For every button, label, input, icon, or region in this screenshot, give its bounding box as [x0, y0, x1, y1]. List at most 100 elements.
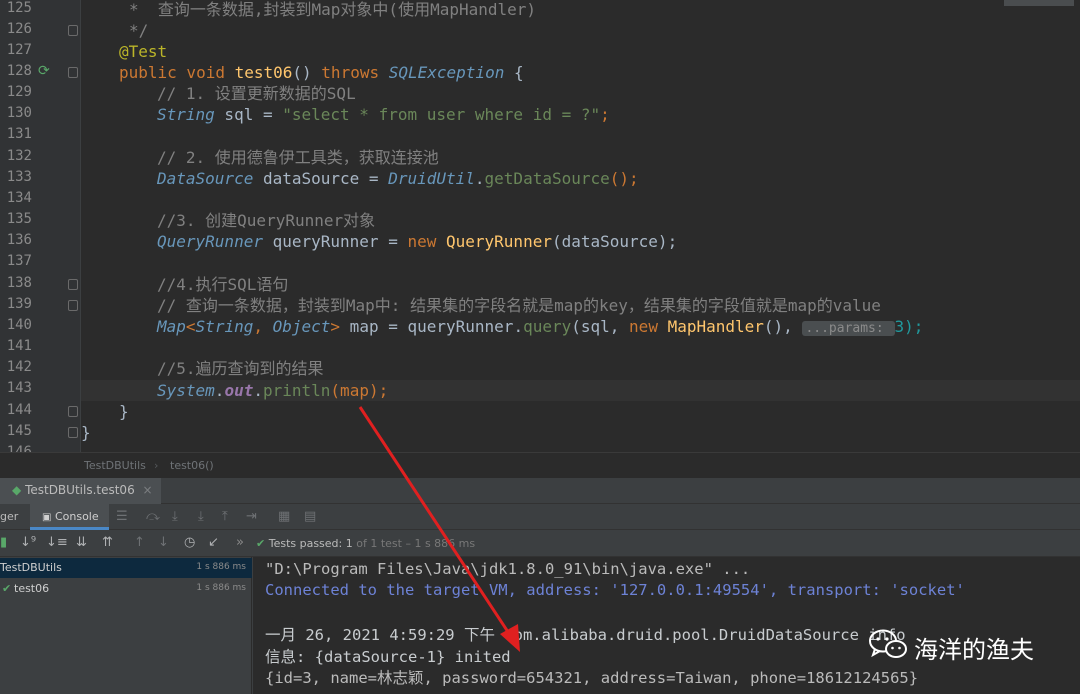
expand-all-icon[interactable]: ⇊ — [76, 535, 87, 550]
tree-item-test06[interactable]: ✔ test06 1 s 886 ms — [0, 579, 252, 599]
test-results-tree: TestDBUtils 1 s 886 ms ✔ test06 1 s 886 … — [0, 557, 252, 694]
test-toolbar: ▮ ↓⁹ ↓≡ ⇊ ⇈ ↑ ↓ ◷ ↙ » ✔ Tests passed: 1 … — [0, 530, 1080, 557]
fold-marker-icon[interactable] — [68, 406, 78, 417]
line-number: 126 — [6, 21, 32, 37]
line-number: 128 — [6, 63, 32, 79]
line-number: 142 — [6, 359, 32, 375]
watermark: 海洋的渔夫 — [868, 628, 1034, 664]
tab-console-label: Console — [54, 510, 99, 523]
code-line[interactable]: String sql = "select * from user where i… — [81, 104, 1080, 125]
console-line: 信息: {dataSource-1} inited — [265, 648, 511, 666]
line-number: 145 — [6, 423, 32, 439]
line-number: 143 — [6, 380, 32, 396]
fold-marker-icon[interactable] — [68, 300, 78, 311]
fold-marker-icon[interactable] — [68, 67, 78, 78]
tree-item-label: test06 — [14, 582, 50, 595]
code-line[interactable]: QueryRunner queryRunner = new QueryRunne… — [81, 231, 1080, 252]
tests-passed-label: Tests passed: — [268, 537, 343, 550]
next-icon[interactable]: ↓ — [158, 535, 169, 550]
line-number: 129 — [6, 84, 32, 100]
line-number: 134 — [6, 190, 32, 206]
run-test-gutter-icon[interactable]: ⟳ — [38, 63, 50, 79]
current-code-line[interactable]: System.out.println(map); — [81, 380, 1080, 401]
code-line[interactable]: @Test — [81, 41, 1080, 62]
fold-marker-icon[interactable] — [68, 427, 78, 438]
tab-debugger[interactable]: ger — [0, 510, 18, 523]
run-tab-bar: ◆ TestDBUtils.test06 × — [0, 478, 1080, 504]
watermark-text: 海洋的渔夫 — [914, 636, 1034, 664]
code-editor[interactable]: 125 126 127 128 129 130 131 132 133 134 … — [0, 0, 1080, 452]
code-line[interactable]: */ — [81, 20, 1080, 41]
line-number: 130 — [6, 105, 32, 121]
console-line: 一月 26, 2021 4:59:29 下午 com.alibaba.druid… — [265, 626, 906, 644]
line-number: 138 — [6, 275, 32, 291]
close-icon[interactable]: × — [143, 483, 153, 497]
code-line[interactable]: // 查询一条数据，封装到Map中: 结果集的字段名就是map的key，结果集的… — [81, 295, 1080, 316]
line-number: 141 — [6, 338, 32, 354]
line-number: 136 — [6, 232, 32, 248]
fold-marker-icon[interactable] — [68, 279, 78, 290]
line-number: 135 — [6, 211, 32, 227]
line-number: 140 — [6, 317, 32, 333]
step-over-icon[interactable]: ⤼ — [146, 509, 160, 524]
tests-passed-detail: of 1 test – 1 s 886 ms — [356, 537, 476, 550]
console-line: {id=3, name=林志颖, password=654321, addres… — [265, 669, 919, 687]
line-number: 144 — [6, 402, 32, 418]
code-line[interactable]: DataSource dataSource = DruidUtil.getDat… — [81, 168, 1080, 189]
previous-icon[interactable]: ↑ — [134, 535, 145, 550]
code-line[interactable]: //4.执行SQL语句 — [81, 274, 1080, 295]
breadcrumb-separator: › — [154, 459, 159, 472]
tree-item-testdbutils[interactable]: TestDBUtils 1 s 886 ms — [0, 558, 252, 578]
sort-alpha-icon[interactable]: ↓⁹ — [20, 535, 36, 550]
breadcrumb: TestDBUtils › test06() — [0, 452, 1080, 478]
tests-passed-status: ✔ Tests passed: 1 of 1 test – 1 s 886 ms — [256, 537, 475, 550]
code-line[interactable]: } — [81, 401, 1080, 422]
code-line[interactable]: * 查询一条数据,封装到Map对象中(使用MapHandler) — [81, 0, 1080, 20]
line-number: 139 — [6, 296, 32, 312]
test-pass-icon: ◆ — [12, 483, 22, 497]
line-number: 131 — [6, 126, 32, 142]
trace-icon[interactable]: ▤ — [304, 509, 316, 524]
console-line: "D:\Program Files\Java\jdk1.8.0_91\bin\j… — [265, 560, 751, 578]
console-icon: ▣ — [42, 512, 52, 523]
tests-passed-count: 1 — [345, 537, 353, 550]
code-line[interactable]: public void test06() throws SQLException… — [81, 62, 1080, 83]
menu-icon[interactable]: ☰ — [116, 509, 128, 524]
parameter-hint: ...params: — [802, 321, 895, 336]
rerun-icon[interactable]: ▮ — [0, 535, 7, 550]
run-config-tab-label: TestDBUtils.test06 — [25, 483, 135, 497]
export-icon[interactable]: ↙ — [208, 535, 219, 550]
console-line: Connected to the target VM, address: '12… — [265, 581, 965, 599]
collapse-all-icon[interactable]: ⇈ — [102, 535, 113, 550]
code-line[interactable]: //3. 创建QueryRunner对象 — [81, 210, 1080, 231]
step-into-icon[interactable]: ⤓ — [172, 509, 178, 524]
run-to-cursor-icon[interactable]: ⇥ — [246, 509, 257, 524]
breadcrumb-class[interactable]: TestDBUtils — [84, 459, 146, 472]
code-line[interactable]: } — [81, 422, 1080, 443]
code-line[interactable]: Map<String, Object> map = queryRunner.qu… — [81, 316, 1080, 337]
line-number: 132 — [6, 148, 32, 164]
line-number: 127 — [6, 42, 32, 58]
console-output[interactable]: "D:\Program Files\Java\jdk1.8.0_91\bin\j… — [253, 557, 1080, 694]
sort-duration-icon[interactable]: ↓≡ — [46, 535, 68, 550]
code-line[interactable]: // 1. 设置更新数据的SQL — [81, 83, 1080, 104]
breadcrumb-method[interactable]: test06() — [170, 459, 214, 472]
check-icon: ✔ — [2, 582, 12, 595]
step-out-icon[interactable]: ⤒ — [222, 509, 228, 524]
check-icon: ✔ — [256, 537, 266, 550]
tree-item-duration: 1 s 886 ms — [196, 562, 246, 572]
fold-marker-icon[interactable] — [68, 25, 78, 36]
tab-console[interactable]: ▣ Console — [30, 504, 109, 530]
history-icon[interactable]: ◷ — [184, 535, 195, 550]
line-number: 137 — [6, 253, 32, 269]
code-line[interactable]: //5.遍历查询到的结果 — [81, 358, 1080, 379]
force-step-into-icon[interactable]: ⤓ — [198, 509, 204, 524]
tree-item-duration: 1 s 886 ms — [196, 583, 246, 593]
more-icon[interactable]: » — [236, 535, 244, 550]
evaluate-icon[interactable]: ▦ — [278, 509, 290, 524]
wechat-icon — [869, 629, 907, 658]
line-number: 146 — [6, 444, 32, 452]
line-number: 125 — [6, 0, 32, 16]
code-line[interactable]: // 2. 使用德鲁伊工具类，获取连接池 — [81, 147, 1080, 168]
run-config-tab[interactable]: ◆ TestDBUtils.test06 × — [0, 478, 161, 504]
